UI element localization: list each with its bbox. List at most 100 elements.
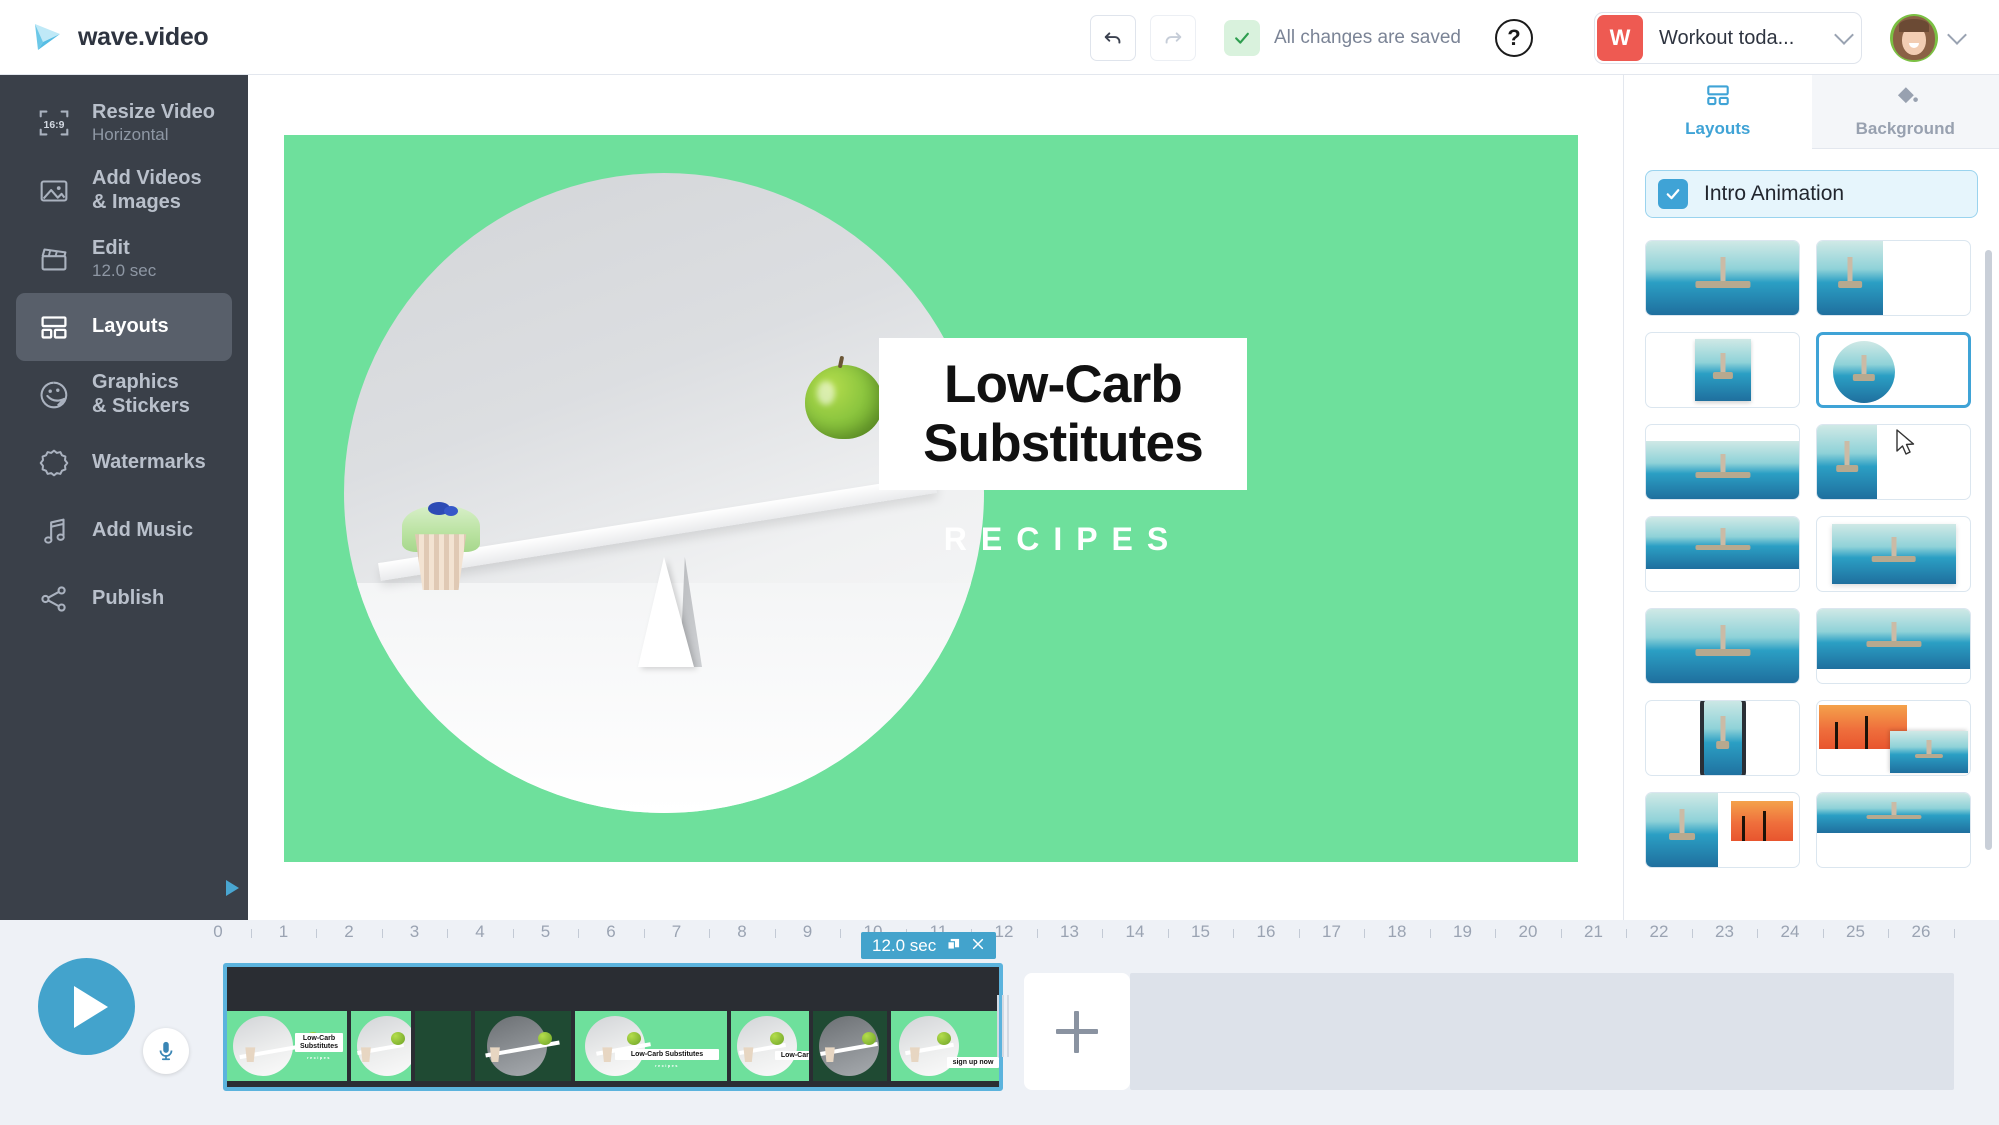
ruler-tick-mark [1429, 929, 1431, 938]
ruler-tick-label: 0 [213, 922, 223, 941]
aspect-ratio-16-9-icon: 16:9 [34, 103, 74, 143]
timeline-empty-track[interactable] [1130, 973, 1954, 1090]
right-panel: Layouts Background Intro Animation [1623, 75, 1999, 920]
ruler-tick-label: 14 [1125, 922, 1145, 941]
topbar-actions: All changes are saved ? [1090, 0, 1533, 75]
top-bar: wave.video All changes are saved ? W Wor… [0, 0, 1999, 75]
canvas-title-box[interactable]: Low-Carb Substitutes [879, 338, 1247, 490]
video-canvas[interactable]: Low-Carb Substitutes RECIPES [284, 135, 1578, 862]
sidebar-item-resize-video[interactable]: 16:9 Resize Video Horizontal [16, 89, 232, 157]
clip-frame[interactable] [813, 1011, 887, 1081]
layout-thumb[interactable] [1645, 332, 1800, 408]
add-clip-button[interactable] [1024, 973, 1130, 1090]
sidebar-item-watermarks[interactable]: Watermarks [16, 429, 232, 497]
plus-icon [1056, 1010, 1098, 1053]
brand-name: wave.video [78, 22, 209, 51]
microphone-button[interactable] [143, 1028, 189, 1074]
panel-scrollbar[interactable] [1985, 250, 1992, 850]
ruler-tick-mark [840, 929, 842, 938]
ruler-tick-mark [250, 929, 252, 938]
sidebar-item-add-music[interactable]: Add Music [16, 497, 232, 565]
timeline-clip[interactable]: Low-Carb Substitutes recipes Low-Carb Su… [223, 963, 1003, 1091]
play-icon [74, 985, 108, 1028]
layout-thumb[interactable] [1645, 424, 1800, 500]
green-apple [804, 365, 883, 439]
ruler-tick-label: 1 [278, 922, 289, 941]
project-selector[interactable]: W Workout toda... [1594, 12, 1862, 64]
help-button[interactable]: ? [1494, 18, 1533, 57]
sidebar-item-publish[interactable]: Publish [16, 565, 232, 633]
clip-frame-label: Low-Carb Substitutes [615, 1049, 719, 1060]
clip-frame[interactable] [351, 1011, 411, 1081]
sidebar-item-label: Add Videos & Images [92, 167, 202, 213]
ruler-tick-mark [643, 929, 645, 938]
layout-thumb[interactable] [1816, 240, 1971, 316]
layout-thumb[interactable] [1645, 700, 1800, 776]
layout-thumb[interactable] [1645, 792, 1800, 868]
ruler-tick-label: 22 [1649, 922, 1669, 941]
sidebar-item-label: Graphics & Stickers [92, 371, 190, 417]
clip-frame[interactable]: Low-Carb Substitutes recipes [575, 1011, 727, 1081]
save-status-text: All changes are saved [1274, 26, 1461, 48]
layout-thumb-selected[interactable] [1816, 332, 1971, 408]
ruler-tick-label: 25 [1846, 922, 1865, 941]
redo-button[interactable] [1150, 14, 1196, 61]
brand-logo-area[interactable]: wave.video [30, 20, 209, 54]
sidebar-item-add-videos-images[interactable]: Add Videos & Images [16, 157, 232, 225]
layout-thumb[interactable] [1645, 240, 1800, 316]
close-x-icon[interactable] [971, 936, 985, 956]
clip-frame[interactable]: Low-Carb Substitutes recipes [227, 1011, 347, 1081]
clip-frame-sublabel: recipes [307, 1055, 331, 1060]
ruler-tick-mark [447, 929, 449, 938]
ruler-tick-label: 23 [1715, 922, 1734, 941]
sidebar-item-graphics-stickers[interactable]: Graphics & Stickers [16, 361, 232, 429]
layout-thumb[interactable] [1816, 608, 1971, 684]
clip-frame[interactable]: Low-Carb [731, 1011, 809, 1081]
canvas-circle-image[interactable] [344, 173, 984, 813]
clip-duration-badge[interactable]: 12.0 sec [861, 932, 997, 959]
undo-button[interactable] [1090, 14, 1136, 61]
ruler-tick-label: 7 [671, 922, 682, 941]
ruler-tick-mark [1626, 929, 1628, 938]
clip-frame-label: Low-Carb [775, 1051, 809, 1060]
clip-frame[interactable]: sign up now [891, 1011, 999, 1081]
timeline: 0123456789101112131415161718192021222324… [0, 920, 1999, 1125]
layout-thumb[interactable] [1816, 792, 1971, 868]
project-name: Workout toda... [1659, 26, 1795, 49]
sidebar-item-layouts[interactable]: Layouts [16, 293, 232, 361]
timeline-ruler[interactable]: 0123456789101112131415161718192021222324… [0, 920, 1999, 952]
sidebar-collapse-toggle[interactable] [222, 877, 242, 904]
tab-background-label: Background [1855, 119, 1955, 138]
clip-frame-list: Low-Carb Substitutes recipes Low-Carb Su… [227, 1011, 999, 1081]
clip-frame[interactable] [415, 1011, 471, 1081]
intro-animation-toggle[interactable]: Intro Animation [1645, 170, 1978, 218]
layout-thumb[interactable] [1816, 516, 1971, 592]
layout-thumb[interactable] [1645, 516, 1800, 592]
layouts-grid-icon [34, 307, 74, 347]
ruler-tick-label: 21 [1584, 922, 1603, 941]
ruler-tick-mark [316, 929, 318, 938]
clip-drag-handle[interactable] [997, 980, 1010, 1072]
account-menu[interactable] [1890, 14, 1967, 62]
clip-frame-sublabel: recipes [655, 1063, 679, 1068]
clip-frame[interactable] [475, 1011, 571, 1081]
sidebar-item-edit[interactable]: Edit 12.0 sec [16, 225, 232, 293]
canvas-title: Low-Carb Substitutes [923, 354, 1204, 474]
ruler-tick-label: 19 [1453, 922, 1472, 941]
canvas-title-line1: Low-Carb [944, 354, 1183, 414]
ruler-tick-label: 24 [1780, 922, 1800, 941]
tab-layouts[interactable]: Layouts [1624, 75, 1812, 149]
help-label: ? [1507, 24, 1521, 50]
canvas-subtitle[interactable]: RECIPES [879, 521, 1247, 558]
ruler-tick-label: 4 [475, 922, 485, 941]
chevron-down-icon [1834, 25, 1854, 45]
layout-thumb[interactable] [1816, 700, 1971, 776]
ruler-tick-label: 9 [802, 922, 813, 941]
tab-background[interactable]: Background [1811, 75, 1999, 149]
layout-thumb[interactable] [1645, 608, 1800, 684]
intro-animation-checkbox[interactable] [1658, 179, 1688, 209]
ruler-tick-label: 17 [1322, 922, 1341, 941]
ruler-tick-mark [1167, 929, 1169, 938]
play-button[interactable] [38, 958, 135, 1055]
duplicate-icon[interactable] [947, 936, 960, 956]
